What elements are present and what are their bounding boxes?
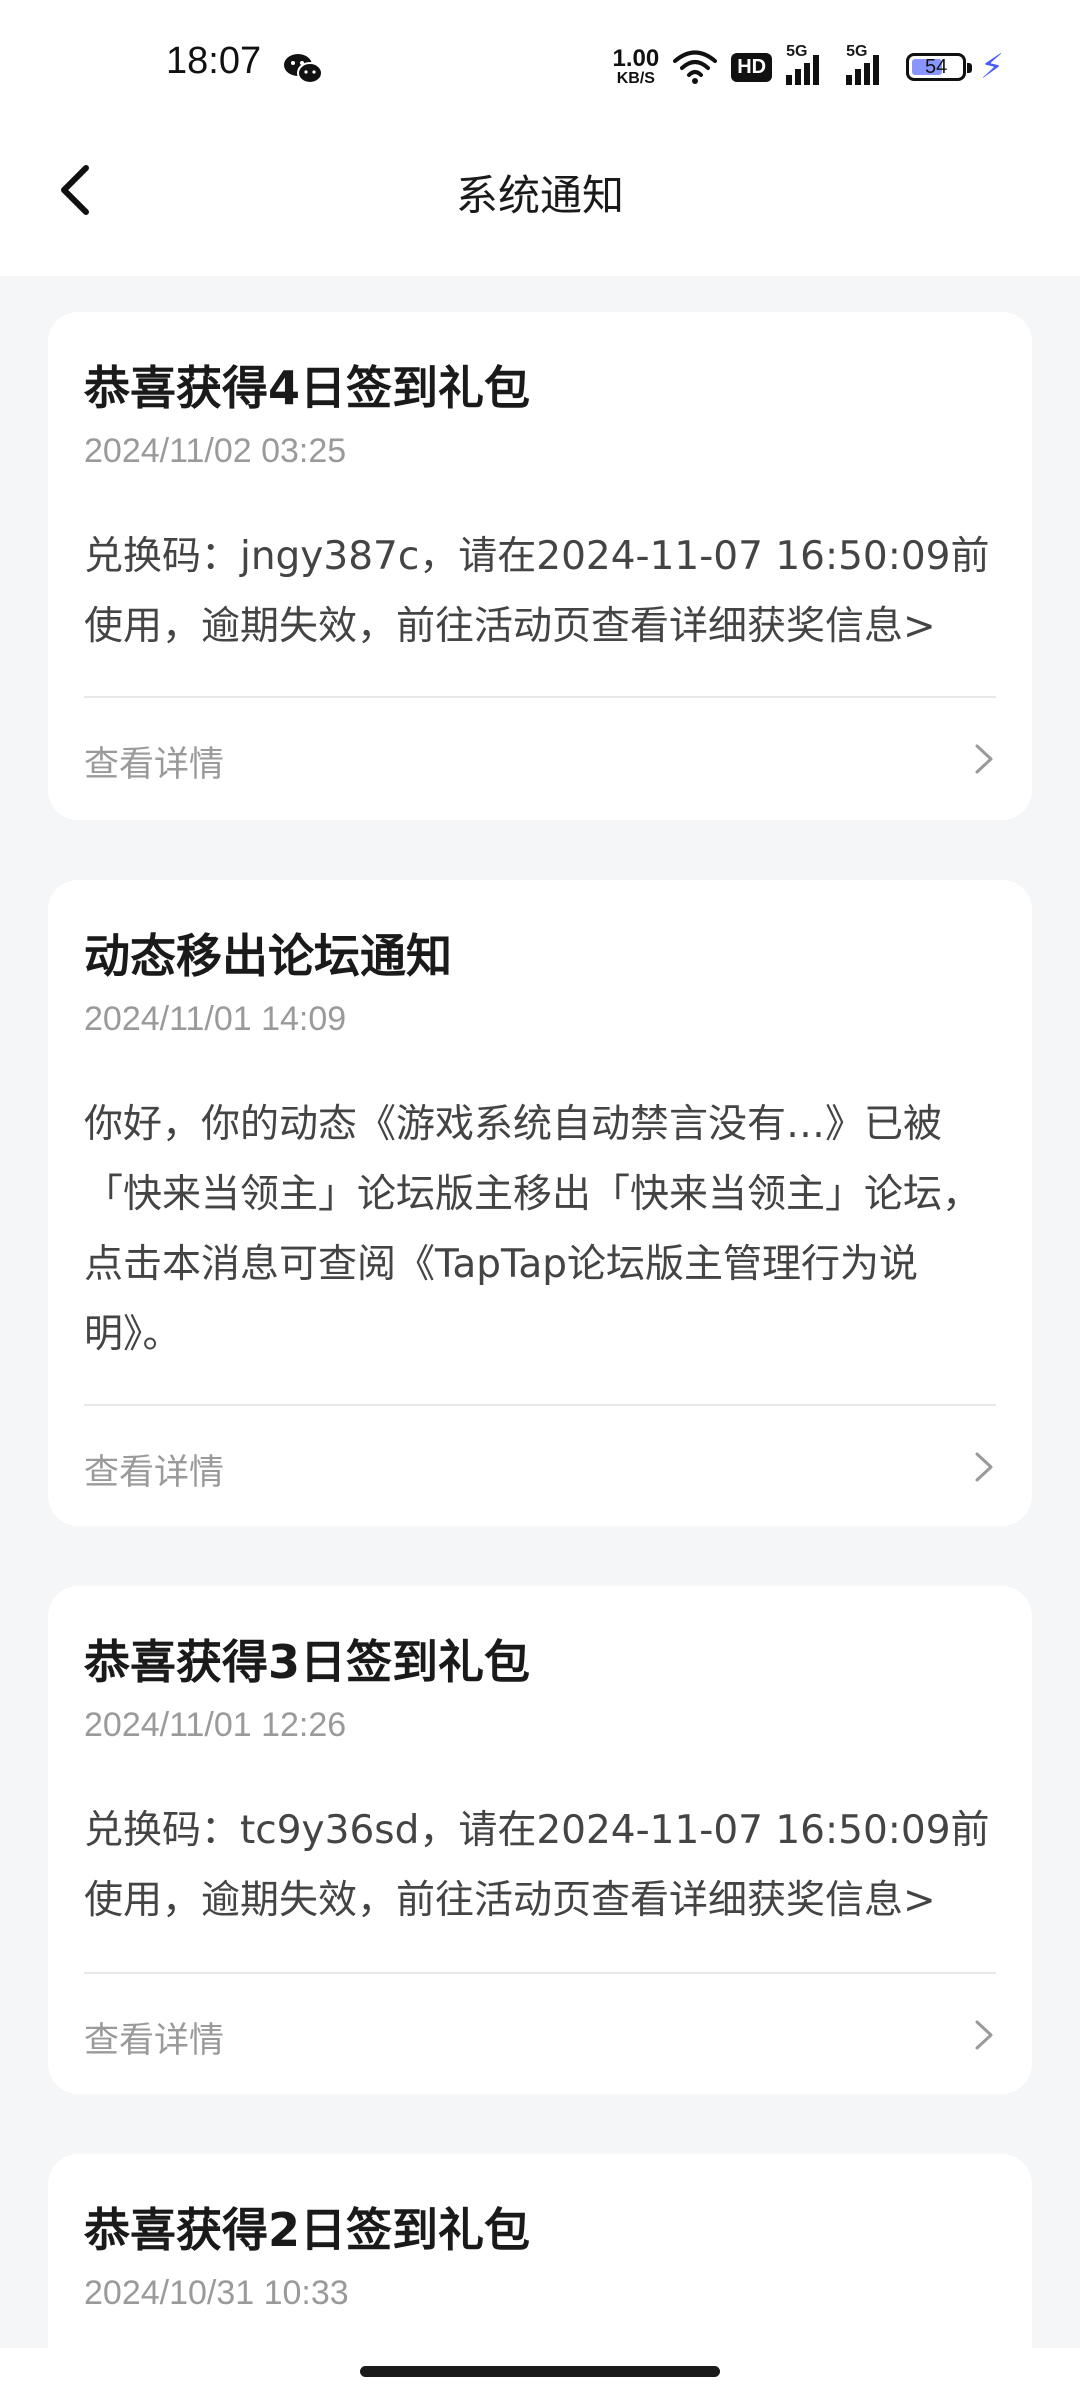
view-details-button[interactable]: 查看详情 bbox=[48, 1406, 1032, 1526]
charging-icon: ⚡ bbox=[980, 47, 1004, 87]
notification-title: 恭喜获得3日签到礼包 bbox=[84, 1635, 531, 1689]
chevron-right-icon bbox=[975, 1452, 993, 1482]
page-title: 系统通知 bbox=[455, 171, 624, 220]
signal-icon-1: 5G bbox=[786, 43, 832, 85]
chevron-right-icon bbox=[975, 744, 993, 774]
notification-date: 2024/11/01 14:09 bbox=[84, 1000, 347, 1038]
view-details-button[interactable]: 查看详情 bbox=[48, 698, 1032, 818]
view-details-button[interactable]: 查看详情 bbox=[48, 1974, 1032, 2094]
notification-card[interactable]: 动态移出论坛通知 2024/11/01 14:09 你好，你的动态《游戏系统自动… bbox=[48, 880, 1032, 1526]
battery-level: 54 bbox=[925, 55, 948, 78]
hd-voice-badge: HD bbox=[731, 52, 773, 82]
view-details-label: 查看详情 bbox=[84, 1453, 225, 1493]
status-bar: 18:07 1.00 KB/S HD 5G 5G 54 ⚡ bbox=[0, 0, 1080, 136]
status-time: 18:07 bbox=[166, 40, 262, 82]
view-details-label: 查看详情 bbox=[84, 2021, 225, 2061]
notification-title: 恭喜获得4日签到礼包 bbox=[84, 361, 531, 415]
notification-body: 兑换码：tc9y36sd，请在2024-11-07 16:50:09前使用，逾期… bbox=[84, 1808, 990, 1923]
battery-icon: 54 bbox=[906, 53, 973, 81]
notification-date: 2024/11/01 12:26 bbox=[84, 1706, 347, 1744]
network-speed-unit: KB/S bbox=[616, 70, 655, 87]
signal-1-label: 5G bbox=[786, 43, 808, 60]
notification-title: 动态移出论坛通知 bbox=[84, 929, 452, 983]
notification-title: 恭喜获得2日签到礼包 bbox=[84, 2203, 531, 2257]
signal-icon-2: 5G bbox=[846, 43, 892, 85]
notification-card[interactable]: 恭喜获得3日签到礼包 2024/11/01 12:26 兑换码：tc9y36sd… bbox=[48, 1586, 1032, 2094]
home-indicator[interactable] bbox=[360, 2366, 720, 2377]
network-speed: 1.00 KB/S bbox=[613, 47, 660, 87]
notification-card[interactable]: 恭喜获得4日签到礼包 2024/11/02 03:25 兑换码：jngy387c… bbox=[48, 312, 1032, 820]
wechat-icon bbox=[284, 54, 323, 84]
network-speed-value: 1.00 bbox=[612, 45, 660, 72]
view-details-label: 查看详情 bbox=[84, 745, 225, 785]
chevron-right-icon bbox=[975, 2020, 993, 2050]
notification-body: 你好，你的动态《游戏系统自动禁言没有…》已被「快来当领主」论坛版主移出「快来当领… bbox=[84, 1102, 982, 1357]
signal-2-label: 5G bbox=[846, 43, 868, 60]
notification-date: 2024/11/02 03:25 bbox=[84, 432, 347, 470]
notification-body: 兑换码：jngy387c，请在2024-11-07 16:50:09前使用，逾期… bbox=[84, 534, 990, 649]
nav-bar: 系统通知 bbox=[0, 136, 1080, 276]
status-icons: 1.00 KB/S HD 5G 5G 54 ⚡ bbox=[613, 42, 1004, 92]
wifi-icon bbox=[673, 50, 718, 84]
notification-date: 2024/10/31 10:33 bbox=[84, 2274, 349, 2312]
